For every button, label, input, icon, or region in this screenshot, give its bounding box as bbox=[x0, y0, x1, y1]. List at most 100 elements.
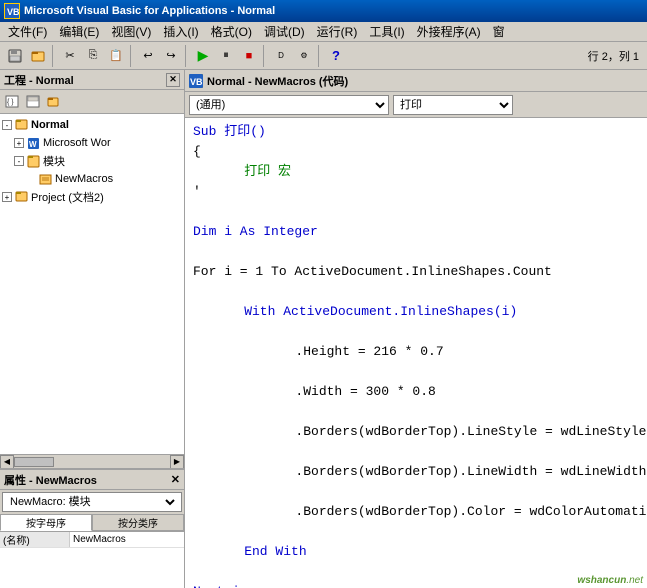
menu-file[interactable]: 文件(F) bbox=[2, 22, 53, 41]
left-hscroll: ◀ ▶ bbox=[0, 454, 184, 468]
code-line-21 bbox=[193, 522, 639, 542]
watermark: wshancun.net bbox=[577, 575, 643, 586]
tb-pause-btn[interactable]: ⏸ bbox=[215, 45, 237, 67]
title-icon: VB bbox=[4, 3, 20, 19]
code-line-9 bbox=[193, 282, 639, 302]
code-line-8: For i = 1 To ActiveDocument.InlineShapes… bbox=[193, 262, 639, 282]
title-bar: VB Microsoft Visual Basic for Applicatio… bbox=[0, 0, 647, 22]
code-line-19 bbox=[193, 482, 639, 502]
tb-debug-btn[interactable]: D bbox=[270, 45, 292, 67]
proj-view-code-btn[interactable]: { } bbox=[2, 93, 22, 111]
toolbar: ✂ ⎘ 📋 ↩ ↪ ▶ ⏸ ■ D ⚙ ? 行 2，列 1 bbox=[0, 42, 647, 70]
project-close-btn[interactable]: ✕ bbox=[166, 73, 180, 87]
toolbar-sep-5 bbox=[318, 45, 322, 67]
props-object-select[interactable]: NewMacro: 模块 bbox=[6, 495, 178, 509]
props-close-btn[interactable]: ✕ bbox=[171, 473, 180, 486]
hscroll-left[interactable]: ◀ bbox=[0, 455, 14, 469]
code-line-2: { bbox=[193, 142, 639, 162]
toolbar-sep-1 bbox=[52, 45, 56, 67]
code-line-1: Sub 打印() bbox=[193, 122, 639, 142]
tree-item-newmacros[interactable]: NewMacros bbox=[0, 170, 184, 188]
expand-modules[interactable]: - bbox=[14, 156, 24, 166]
menu-debug[interactable]: 调试(D) bbox=[258, 22, 311, 41]
expand-msword[interactable]: + bbox=[14, 138, 24, 148]
menu-window[interactable]: 窗 bbox=[487, 22, 511, 41]
code-line-3: 打印 宏 bbox=[193, 162, 639, 182]
tb-copy-btn[interactable]: ⎘ bbox=[82, 45, 104, 67]
object-select[interactable]: (通用) bbox=[189, 95, 389, 115]
props-title: 属性 - NewMacros bbox=[4, 472, 97, 488]
normal-icon bbox=[14, 118, 28, 132]
left-panel: 工程 - Normal ✕ { } - bbox=[0, 70, 185, 588]
tb-redo-btn[interactable]: ↪ bbox=[160, 45, 182, 67]
code-line-11 bbox=[193, 322, 639, 342]
code-line-14: .Width = 300 * 0.8 bbox=[193, 382, 639, 402]
menu-bar: 文件(F) 编辑(E) 视图(V) 插入(I) 格式(O) 调试(D) 运行(R… bbox=[0, 22, 647, 42]
code-line-6: Dim i As Integer bbox=[193, 222, 639, 242]
tb-stop-btn[interactable]: ■ bbox=[238, 45, 260, 67]
code-line-17 bbox=[193, 442, 639, 462]
code-header-title: Normal - NewMacros (代码) bbox=[207, 73, 348, 89]
code-header-icon: VB bbox=[189, 74, 203, 88]
tb-cut-btn[interactable]: ✂ bbox=[59, 45, 81, 67]
props-key-name: (名称) bbox=[0, 532, 70, 547]
svg-text:VB: VB bbox=[190, 77, 203, 87]
project-toolbar: { } bbox=[0, 90, 184, 114]
code-line-24: Next i bbox=[193, 582, 639, 588]
tb-help-btn[interactable]: ? bbox=[325, 45, 347, 67]
hscroll-right[interactable]: ▶ bbox=[170, 455, 184, 469]
tb-paste-btn[interactable]: 📋 bbox=[105, 45, 127, 67]
modules-icon bbox=[26, 154, 40, 168]
code-toolbar: (通用) 打印 bbox=[185, 92, 647, 118]
procedure-select[interactable]: 打印 bbox=[393, 95, 513, 115]
project2-icon bbox=[14, 190, 28, 204]
project-tree: - Normal + W Microsoft Wor - bbox=[0, 114, 184, 454]
tb-open-btn[interactable] bbox=[27, 45, 49, 67]
tree-item-modules[interactable]: - 模块 bbox=[0, 152, 184, 170]
menu-view[interactable]: 视图(V) bbox=[105, 22, 157, 41]
tb-undo-btn[interactable]: ↩ bbox=[137, 45, 159, 67]
props-dropdown-container[interactable]: NewMacro: 模块 bbox=[2, 492, 182, 512]
tree-label-modules: 模块 bbox=[43, 153, 65, 169]
code-line-22: End With bbox=[193, 542, 639, 562]
tb-run-btn[interactable]: ▶ bbox=[192, 45, 214, 67]
right-panel: VB Normal - NewMacros (代码) (通用) 打印 Sub 打… bbox=[185, 70, 647, 588]
svg-text:VB: VB bbox=[7, 7, 19, 17]
expand-normal[interactable]: - bbox=[2, 120, 12, 130]
menu-format[interactable]: 格式(O) bbox=[205, 22, 258, 41]
msword-icon: W bbox=[26, 136, 40, 150]
tree-item-msword[interactable]: + W Microsoft Wor bbox=[0, 134, 184, 152]
props-tab-alpha[interactable]: 按字母序 bbox=[0, 514, 92, 531]
tb-save-btn[interactable] bbox=[4, 45, 26, 67]
expand-project2[interactable]: + bbox=[2, 192, 12, 202]
menu-addins[interactable]: 外接程序(A) bbox=[411, 22, 487, 41]
code-line-10: With ActiveDocument.InlineShapes(i) bbox=[193, 302, 639, 322]
menu-insert[interactable]: 插入(I) bbox=[157, 22, 204, 41]
tree-item-project2[interactable]: + Project (文档2) bbox=[0, 188, 184, 206]
tree-item-normal[interactable]: - Normal bbox=[0, 116, 184, 134]
props-row-name: (名称) NewMacros bbox=[0, 532, 184, 548]
props-tab-category[interactable]: 按分类序 bbox=[92, 514, 184, 531]
menu-tools[interactable]: 工具(I) bbox=[363, 22, 410, 41]
menu-edit[interactable]: 编辑(E) bbox=[53, 22, 105, 41]
hscroll-track[interactable] bbox=[14, 456, 170, 468]
code-line-15 bbox=[193, 402, 639, 422]
newmacros-icon bbox=[38, 172, 52, 186]
proj-view-form-btn[interactable] bbox=[23, 93, 43, 111]
svg-text:W: W bbox=[29, 140, 37, 149]
svg-text:{ }: { } bbox=[7, 99, 14, 106]
props-val-name[interactable]: NewMacros bbox=[70, 532, 184, 547]
tree-label-project2: Project (文档2) bbox=[31, 189, 104, 205]
title-text: Microsoft Visual Basic for Applications … bbox=[24, 5, 275, 17]
code-area[interactable]: Sub 打印() { 打印 宏 ' Dim i As Integer For i… bbox=[185, 118, 647, 588]
code-line-4: ' bbox=[193, 182, 639, 202]
tb-design-btn[interactable]: ⚙ bbox=[293, 45, 315, 67]
main-layout: 工程 - Normal ✕ { } - bbox=[0, 70, 647, 588]
menu-run[interactable]: 运行(R) bbox=[311, 22, 364, 41]
project-panel: 工程 - Normal ✕ { } - bbox=[0, 70, 184, 468]
proj-toggle-folders-btn[interactable] bbox=[44, 93, 64, 111]
toolbar-sep-2 bbox=[130, 45, 134, 67]
code-line-13 bbox=[193, 362, 639, 382]
hscroll-thumb bbox=[14, 457, 54, 467]
code-line-16: .Borders(wdBorderTop).LineStyle = wdLine… bbox=[193, 422, 639, 442]
